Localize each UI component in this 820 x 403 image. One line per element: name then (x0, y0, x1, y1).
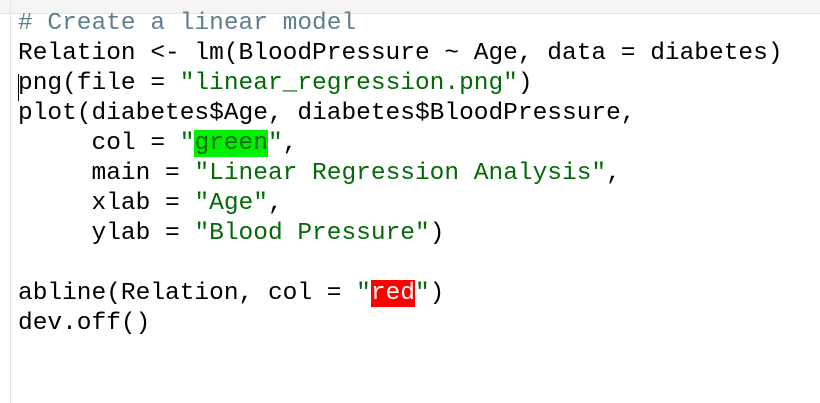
code-token: ) (429, 220, 445, 247)
code-editor[interactable]: # Create a linear model Relation <- lm(Bl… (0, 0, 820, 403)
string-literal: " (267, 130, 283, 157)
code-line[interactable]: col = "green", (18, 129, 783, 159)
code-line[interactable]: ylab = "Blood Pressure") (18, 219, 783, 249)
code-line[interactable]: Relation <- lm(BloodPressure ~ Age, data… (18, 39, 783, 69)
code-token: ) (429, 280, 445, 307)
string-literal: "Linear Regression Analysis" (194, 160, 607, 187)
editor-gutter-divider (10, 0, 11, 403)
code-token: png(file = (18, 70, 180, 97)
code-line[interactable]: plot(diabetes$Age, diabetes$BloodPressur… (18, 99, 783, 129)
code-line[interactable]: # Create a linear model (18, 9, 783, 39)
code-line[interactable] (18, 249, 783, 279)
code-line[interactable]: dev.off() (18, 309, 783, 339)
string-literal: " (356, 280, 371, 307)
string-literal: " (179, 130, 195, 157)
code-line[interactable]: main = "Linear Regression Analysis", (18, 159, 783, 189)
code-token: ylab = (18, 220, 195, 247)
string-literal: "linear_regression.png" (179, 70, 518, 97)
code-token: plot(diabetes$Age, diabetes$BloodPressur… (18, 100, 636, 127)
string-literal: "Age" (194, 190, 268, 217)
string-literal: "Blood Pressure" (194, 220, 430, 247)
code-text-area[interactable]: # Create a linear model Relation <- lm(Bl… (18, 9, 783, 339)
code-line[interactable]: png(file = "linear_regression.png") (18, 69, 783, 99)
string-literal: " (414, 280, 430, 307)
code-token: ) (517, 70, 533, 97)
code-token: , (606, 160, 621, 187)
code-line[interactable]: abline(Relation, col = "red") (18, 279, 783, 309)
code-token: col = (18, 130, 180, 157)
highlighted-match-green: green (194, 130, 268, 157)
code-token: xlab = (18, 190, 195, 217)
code-token: , (267, 190, 283, 217)
code-token: Relation <- lm(BloodPressure ~ Age, data… (18, 40, 783, 67)
code-token: abline(Relation, col = (18, 280, 357, 307)
code-token: , (282, 130, 298, 157)
code-line[interactable]: xlab = "Age", (18, 189, 783, 219)
code-token: dev.off() (18, 310, 151, 337)
code-token: main = (18, 160, 195, 187)
code-comment: # Create a linear model (18, 10, 357, 37)
highlighted-match-red: red (370, 280, 415, 307)
